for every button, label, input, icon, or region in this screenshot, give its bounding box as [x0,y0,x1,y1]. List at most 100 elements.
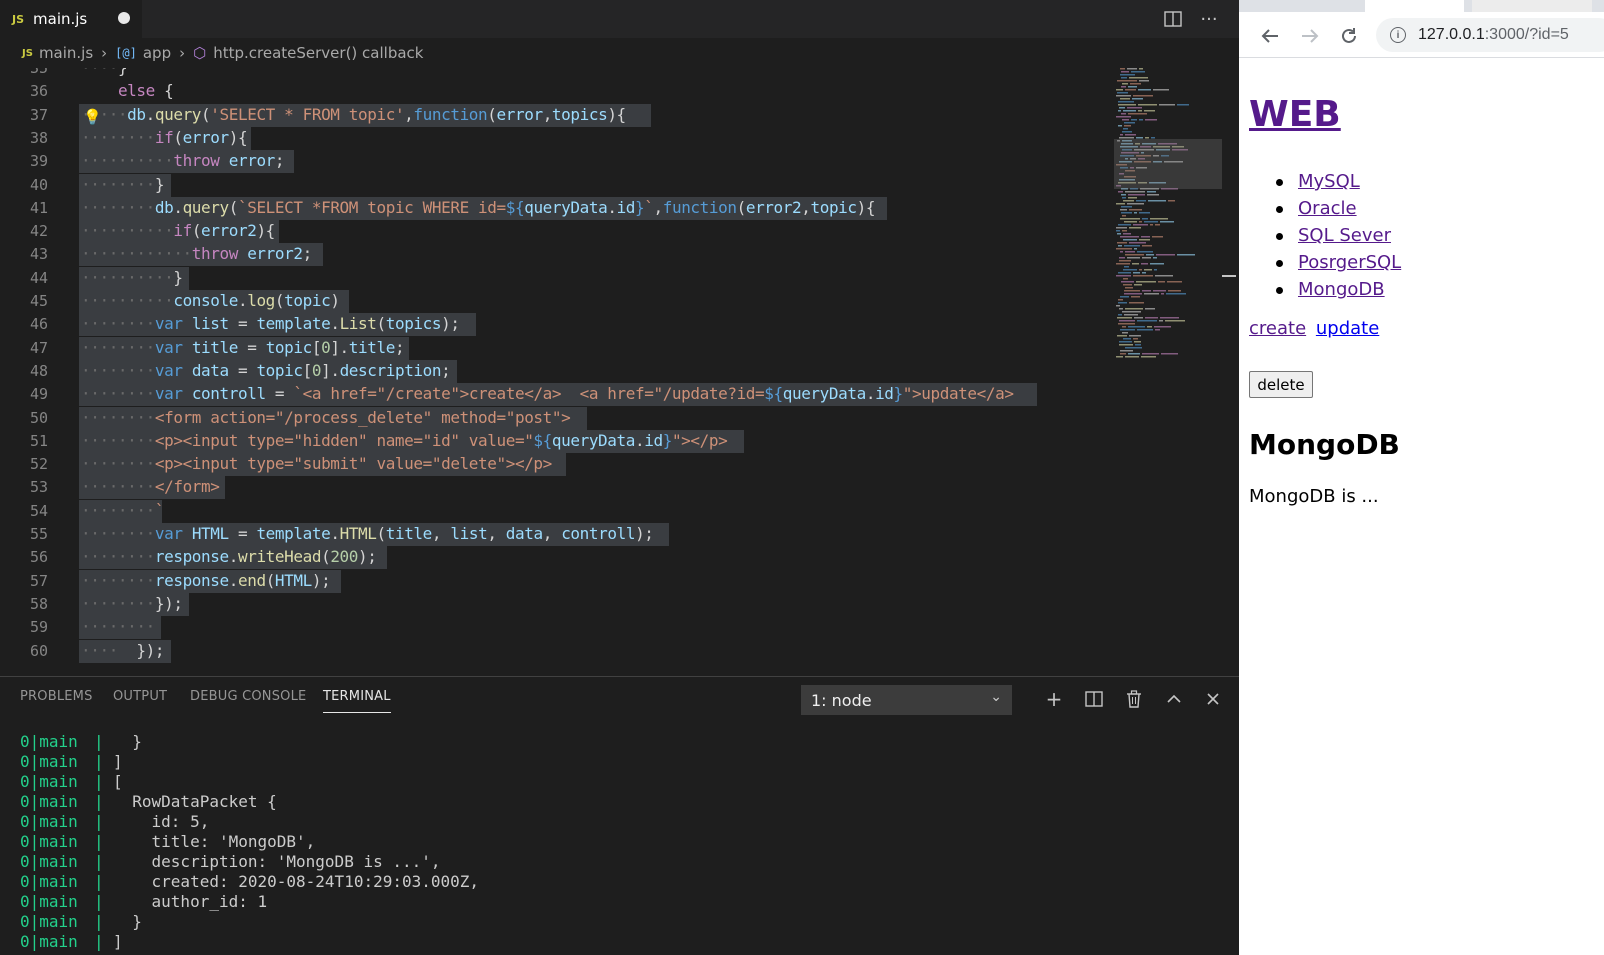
code-line[interactable]: 36 else { [0,79,1220,103]
code-line[interactable]: 49 ········var controll = `<a href="/crea… [0,382,1220,407]
minimap-stroke [1142,245,1152,247]
code-line[interactable]: 57 ········response.end(HTML); [0,569,1220,593]
minimap-stroke [1131,296,1140,298]
minimap-stroke [1121,77,1127,79]
lightbulb-icon[interactable]: 💡 [83,108,102,126]
code-line[interactable]: 38 ········if(error){ [0,126,1220,150]
process-label: 0|main [20,832,78,851]
minimap-stroke [1142,257,1151,259]
minimap-stroke [1120,251,1123,253]
code-line[interactable]: 46 ········var list = template.List(topic… [0,312,1220,337]
minimap-stroke [1121,206,1132,208]
code-line[interactable]: 53 ········</form> [0,475,1220,500]
plus-icon[interactable]: + [1040,685,1068,713]
topic-link-mysql[interactable]: MySQL [1298,171,1360,192]
split-editor-icon[interactable] [1160,6,1186,32]
code-text: ········var title = topic[0].title; [81,337,405,357]
tab-problems[interactable]: PROBLEMS [20,689,93,713]
forward-arrow-icon[interactable] [1298,24,1322,48]
line-number: 43 [29,245,48,264]
minimap-stroke [1117,233,1121,235]
close-icon[interactable] [1199,685,1227,713]
browser-window: i 127.0.0.1:3000/?id=5 WEB MySQL Oracle … [1239,0,1604,955]
browser-tab-active[interactable] [1365,0,1464,12]
address-bar[interactable]: i 127.0.0.1:3000/?id=5 [1376,18,1604,52]
breadcrumb-symbol[interactable]: app [143,44,171,62]
browser-tab[interactable] [1239,0,1359,12]
minimap-stroke [1125,287,1133,289]
code-line[interactable]: 35 ····} [0,68,1220,80]
split-terminal-icon[interactable] [1080,685,1108,713]
breadcrumb-callback[interactable]: http.createServer() callback [213,44,423,62]
breadcrumb-file[interactable]: main.js [39,44,93,62]
tab-terminal[interactable]: TERMINAL [323,689,391,713]
minimap-stroke [1124,290,1140,292]
tab-output[interactable]: OUTPUT [113,689,167,713]
update-link[interactable]: update [1316,318,1379,339]
code-line[interactable]: 55 ········var HTML = template.HTML(title… [0,522,1220,546]
minimap-stroke [1121,194,1126,196]
minimap-stroke [1120,236,1139,238]
unsaved-dot-icon[interactable] [118,12,130,24]
browser-toolbar: i 127.0.0.1:3000/?id=5 [1239,12,1604,58]
line-number: 46 [29,315,48,334]
code-line[interactable]: 39 ··········throw error; [0,149,1220,174]
code-line[interactable]: 45 ··········console.log(topic) [0,289,1220,313]
back-arrow-icon[interactable] [1258,24,1282,48]
trash-icon[interactable] [1120,685,1148,713]
minimap-viewport-slider[interactable] [1114,139,1222,189]
create-link[interactable]: create [1249,318,1306,339]
browser-tab[interactable] [1472,0,1592,12]
minimap-stroke [1120,329,1135,331]
code-line[interactable]: 47 ········var title = topic[0].title; [0,336,1220,360]
reload-icon[interactable] [1337,24,1361,48]
code-line[interactable]: 50 ········<form action="/process_delete"… [0,406,1220,430]
minimap-stroke [1134,317,1143,319]
tab-main-js[interactable]: JS main.js [0,0,142,38]
code-line[interactable]: 41 ········db.query(`SELECT *FROM topic W… [0,196,1220,220]
topic-link-postgresql[interactable]: PosrgerSQL [1298,252,1401,273]
topic-link-oracle[interactable]: Oracle [1298,198,1357,219]
more-actions-icon[interactable]: ··· [1196,6,1222,32]
code-line[interactable]: 59 ········ [0,615,1220,640]
code-line[interactable]: 51 ········<p><input type="hidden" name="… [0,429,1220,453]
minimap-stroke [1150,224,1153,226]
line-number: 39 [29,152,48,171]
minimap-stroke [1120,350,1133,352]
code-line[interactable]: 44 ··········} [0,266,1220,290]
code-line[interactable]: 60 ···· }); [0,639,1220,663]
minimap[interactable] [1114,68,1222,368]
chevron-up-icon[interactable] [1160,685,1188,713]
minimap-stroke [1166,293,1186,295]
terminal-select[interactable]: 1: node ⌄ [801,685,1012,715]
page-heading-link[interactable]: WEB [1249,94,1341,135]
topic-link-mongodb[interactable]: MongoDB [1298,279,1385,300]
code-editor[interactable]: 35····}36 else {37·····db.query('SELECT … [0,68,1220,676]
code-line[interactable]: 56 ········response.writeHead(200); [0,545,1220,570]
code-text: ········db.query(`SELECT *FROM topic WHE… [81,197,876,217]
code-line[interactable]: 42 ··········if(error2){ [0,219,1220,244]
topic-link-sql-server[interactable]: SQL Sever [1298,225,1391,246]
code-line[interactable]: 40 ········} [0,173,1220,197]
tab-debug-console[interactable]: DEBUG CONSOLE [190,689,306,713]
code-line[interactable]: 48 ········var data = topic[0].descriptio… [0,359,1220,383]
site-info-icon[interactable]: i [1390,27,1406,43]
code-line[interactable]: 58 ········}); [0,592,1220,616]
minimap-stroke [1127,107,1142,109]
code-line[interactable]: 37 ·····db.query('SELECT * FROM topic',fu… [0,103,1220,127]
minimap-stroke [1118,323,1135,325]
terminal-output[interactable]: 0|main | } 0|main |] 0|main | [0|main | RowData… [20,732,1220,952]
terminal-text: [ [113,772,123,791]
minimap-stroke [1120,134,1123,136]
delete-button[interactable]: delete [1249,371,1313,398]
code-line[interactable]: 54 ········` [0,499,1220,523]
code-line[interactable]: 52 ········<p><input type="submit" value=… [0,452,1220,477]
minimap-stroke [1124,266,1129,268]
page-controls: create update [1249,318,1383,339]
minimap-stroke [1123,284,1132,286]
tab-filename: main.js [33,10,88,28]
minimap-stroke [1131,71,1145,73]
minimap-stroke [1122,326,1126,328]
code-line[interactable]: 43 ············throw error2; [0,242,1220,267]
separator: | [94,812,104,831]
